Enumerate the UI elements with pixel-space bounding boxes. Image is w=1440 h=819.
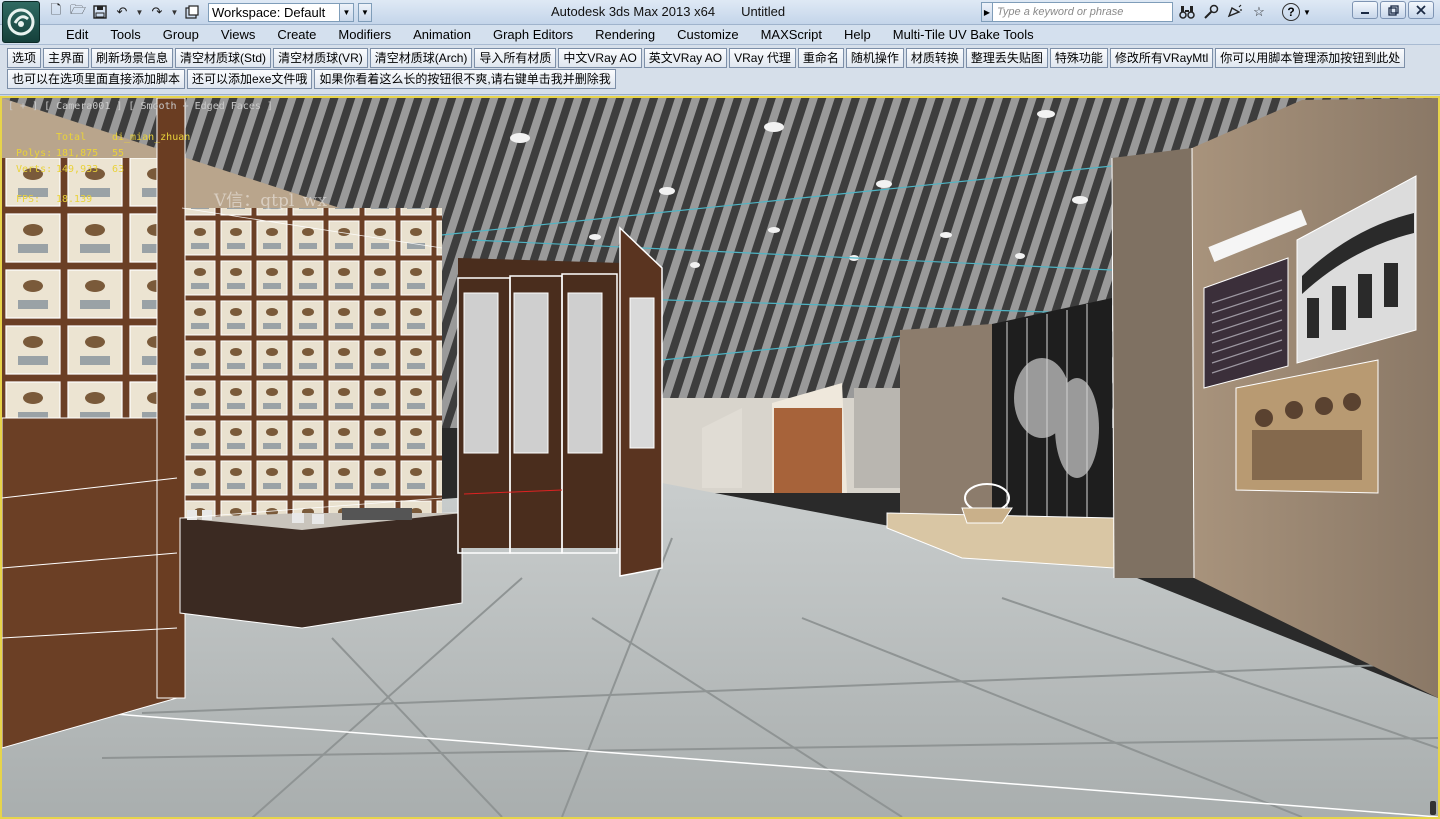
script-button-refresh-scene-info[interactable]: 刷新场景信息 [91, 48, 174, 68]
redo-icon[interactable]: ↷ [147, 2, 167, 22]
binoculars-icon[interactable] [1176, 2, 1198, 22]
undo-dropdown-icon[interactable]: ▼ [134, 2, 145, 22]
script-button-main-ui[interactable]: 主界面 [43, 48, 90, 68]
search-input[interactable] [993, 2, 1173, 22]
infocenter-icons: ☆ ? ▼ [1176, 2, 1311, 22]
menu-maxscript[interactable]: MAXScript [750, 25, 833, 45]
title-bar: 🗋 🗁 ↶ ▼ ↷ ▼ Workspace: Default ▼ ▼ Autod… [0, 0, 1440, 43]
menu-create[interactable]: Create [266, 25, 327, 45]
stats-polys-label: Polys: [16, 148, 53, 159]
stats-polys-total: 181,875 [56, 148, 99, 159]
menu-help[interactable]: Help [833, 25, 882, 45]
menu-customize[interactable]: Customize [666, 25, 749, 45]
script-button-delete-me[interactable]: 如果你看着这么长的按钮很不爽,请右键单击我并删除我 [314, 69, 616, 89]
script-button-clear-material-arch[interactable]: 清空材质球(Arch) [369, 48, 473, 68]
script-button-random-ops[interactable]: 随机操作 [845, 48, 904, 68]
menu-animation[interactable]: Animation [402, 25, 482, 45]
script-button-missing-maps[interactable]: 整理丢失贴图 [965, 48, 1048, 68]
document-name: Untitled [741, 4, 786, 19]
script-button-add-in-options[interactable]: 也可以在选项里面直接添加脚本 [7, 69, 186, 89]
menu-rendering[interactable]: Rendering [584, 25, 666, 45]
help-button[interactable]: ? ▼ [1282, 2, 1311, 22]
script-button-add-via-manager[interactable]: 你可以用脚本管理添加按钮到此处 [1215, 48, 1406, 68]
script-button-clear-material-vr[interactable]: 清空材质球(VR) [273, 48, 368, 68]
help-icon: ? [1282, 3, 1300, 21]
undo-icon[interactable]: ↶ [112, 2, 132, 22]
subscription-center-icon[interactable] [1200, 2, 1222, 22]
stats-verts-total: 149,933 [56, 164, 99, 175]
app-name: Autodesk 3ds Max 2013 x64 [551, 4, 716, 19]
script-button-material-convert[interactable]: 材质转换 [905, 48, 964, 68]
app-logo-icon[interactable] [2, 1, 40, 43]
menu-edit[interactable]: Edit [55, 25, 99, 45]
script-button-clear-material-std[interactable]: 清空材质球(Std) [175, 48, 272, 68]
script-button-rename[interactable]: 重命名 [797, 48, 844, 68]
redo-dropdown-icon[interactable]: ▼ [169, 2, 180, 22]
communication-center-icon[interactable] [1224, 2, 1246, 22]
stats-total-label: Total [56, 132, 87, 143]
menu-tools[interactable]: Tools [99, 25, 151, 45]
menu-modifiers[interactable]: Modifiers [327, 25, 402, 45]
window-title: Autodesk 3ds Max 2013 x64 Untitled [551, 4, 785, 19]
viewport-label-menu[interactable]: [ + ] [ Camera001 ] [ Smooth + Edged Fac… [8, 101, 273, 112]
hold-fetch-icon[interactable] [182, 2, 202, 22]
new-file-icon[interactable]: 🗋 [46, 2, 66, 22]
script-button-special-functions[interactable]: 特殊功能 [1049, 48, 1108, 68]
script-toolbar-row-1: 选项 主界面 刷新场景信息 清空材质球(Std) 清空材质球(VR) 清空材质球… [7, 48, 1407, 68]
stats-polys-selected: 55 [112, 148, 125, 159]
stats-fps-row: FPS: 18.139 [16, 192, 190, 208]
workspace-dropdown[interactable]: Workspace: Default ▼ [208, 2, 354, 22]
window-controls [1352, 1, 1434, 19]
menu-graph-editors[interactable]: Graph Editors [482, 25, 584, 45]
search-expand-icon[interactable]: ▶ [981, 2, 993, 22]
stats-polys-row: Polys: 181,875 55 [16, 146, 190, 162]
infocenter-search: ▶ [981, 2, 1173, 22]
script-button-vray-proxy[interactable]: VRay 代理 [729, 48, 796, 68]
chevron-down-icon: ▼ [1303, 7, 1311, 17]
stats-fps-value: 18.139 [56, 194, 93, 205]
close-button[interactable] [1408, 1, 1434, 19]
script-button-modify-vraymtl[interactable]: 修改所有VRayMtl [1109, 48, 1214, 68]
script-button-add-exe[interactable]: 还可以添加exe文件哦 [187, 69, 313, 89]
script-button-import-all-materials[interactable]: 导入所有材质 [474, 48, 557, 68]
stats-fps-label: FPS: [16, 194, 41, 205]
workspace-value: Workspace: Default [212, 4, 326, 20]
menu-group[interactable]: Group [152, 25, 210, 45]
stats-verts-selected: 63 [112, 164, 125, 175]
script-toolbar-row-2: 也可以在选项里面直接添加脚本 还可以添加exe文件哦 如果你看着这么长的按钮很不… [7, 69, 618, 89]
favorites-star-icon[interactable]: ☆ [1248, 2, 1270, 22]
restore-button[interactable] [1380, 1, 1406, 19]
quick-access-toolbar: 🗋 🗁 ↶ ▼ ↷ ▼ Workspace: Default ▼ ▼ [46, 2, 372, 22]
camera-viewport[interactable]: [ + ] [ Camera001 ] [ Smooth + Edged Fac… [0, 96, 1440, 819]
stats-header-row: Total di_mian_zhuan [16, 130, 190, 146]
stats-selected-object: di_mian_zhuan [112, 132, 191, 143]
menu-multi-tile-uv-bake-tools[interactable]: Multi-Tile UV Bake Tools [882, 25, 1045, 45]
save-icon[interactable] [90, 2, 110, 22]
watermark-text: V信：qtpl_wx [214, 191, 327, 211]
open-folder-icon[interactable]: 🗁 [68, 2, 88, 22]
script-toolbar: 选项 主界面 刷新场景信息 清空材质球(Std) 清空材质球(VR) 清空材质球… [0, 45, 1440, 95]
script-button-vray-ao-en[interactable]: 英文VRay AO [643, 48, 728, 68]
minimize-button[interactable] [1352, 1, 1378, 19]
scene-statistics: Total di_mian_zhuan Polys: 181,875 55 Ve… [16, 130, 190, 208]
stats-verts-row: Verts: 149,933 63 [16, 162, 190, 178]
script-button-vray-ao-cn[interactable]: 中文VRay AO [558, 48, 642, 68]
stats-verts-label: Verts: [16, 164, 53, 175]
script-button-options[interactable]: 选项 [7, 48, 42, 68]
viewport-scrollbar[interactable] [1430, 801, 1436, 815]
menu-views[interactable]: Views [210, 25, 266, 45]
chevron-down-icon[interactable]: ▼ [339, 3, 353, 21]
workspace-options-icon[interactable]: ▼ [358, 2, 372, 22]
menu-bar: Edit Tools Group Views Create Modifiers … [0, 25, 1440, 45]
